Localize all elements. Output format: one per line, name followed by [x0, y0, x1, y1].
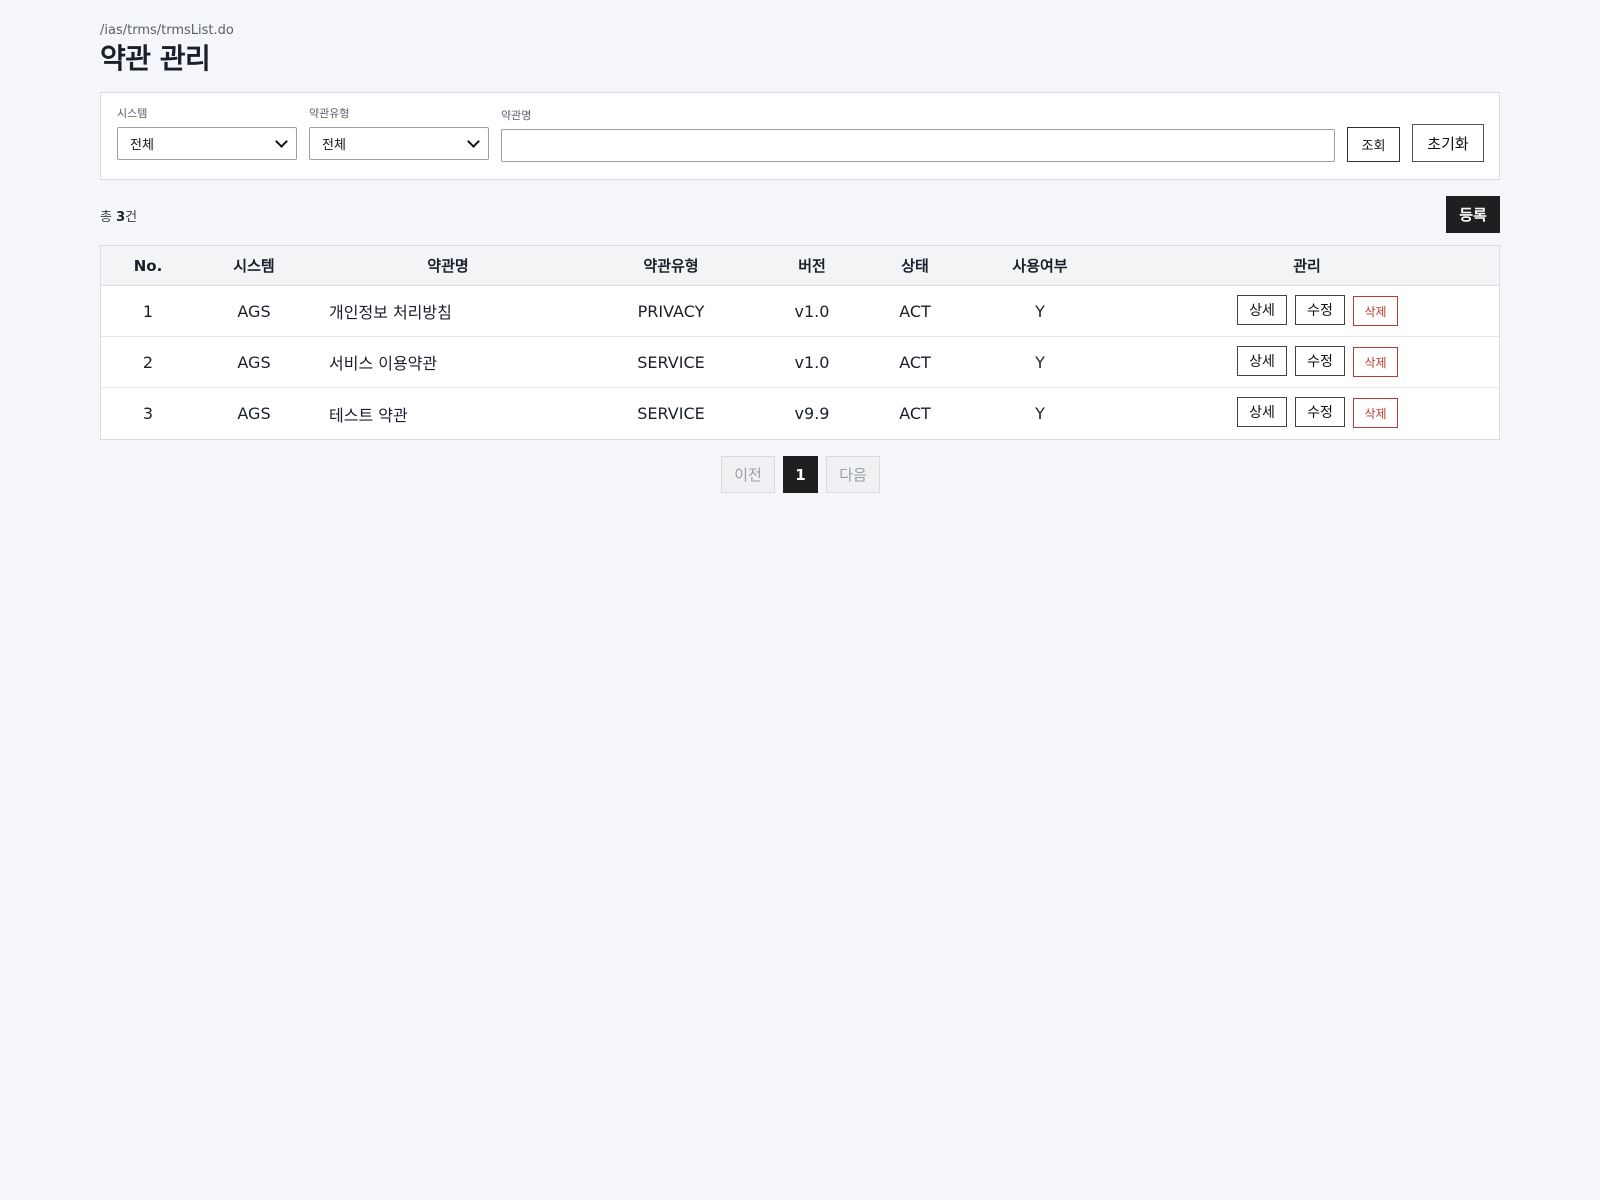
header-status: 상태 — [901, 257, 929, 275]
edit-button[interactable]: 수정 — [1295, 346, 1345, 376]
cell-use: Y — [1035, 404, 1045, 423]
search-panel: 시스템 전체 약관유형 전체 약관명 조회 초기화 — [100, 92, 1500, 180]
cell-status: ACT — [899, 404, 931, 423]
prev-page-button[interactable]: 이전 — [721, 456, 775, 493]
page-1-button[interactable]: 1 — [783, 456, 818, 493]
chevron-down-icon — [275, 135, 288, 148]
type-filter-label: 약관유형 — [309, 107, 350, 120]
cell-no: 3 — [142, 404, 154, 423]
cell-version: v9.9 — [794, 404, 830, 423]
type-filter: 약관유형 전체 — [309, 107, 489, 160]
table-row: 3 AGS 테스트 약관 SERVICE v9.9 ACT Y 상세 수정 삭제 — [101, 388, 1499, 439]
pagination: 이전 1 다음 — [100, 456, 1500, 494]
cell-status: ACT — [899, 301, 931, 321]
cell-system: AGS — [237, 301, 271, 321]
cell-name: 서비스 이용약관 — [329, 354, 438, 373]
total-count-suffix: 건 — [125, 210, 138, 225]
system-select-value: 전체 — [130, 138, 154, 153]
cell-system: AGS — [237, 404, 271, 423]
terms-table: No. 시스템 약관명 약관유형 버전 상태 사용여부 관리 1 AGS 개인정… — [100, 245, 1500, 440]
edit-button[interactable]: 수정 — [1295, 295, 1345, 325]
header-version: 버전 — [798, 257, 826, 275]
name-search-input[interactable] — [501, 129, 1335, 162]
table-header: No. 시스템 약관명 약관유형 버전 상태 사용여부 관리 — [101, 246, 1499, 286]
system-filter-label: 시스템 — [117, 107, 148, 120]
header-system: 시스템 — [233, 257, 275, 275]
total-count-value: 3 — [116, 210, 126, 225]
header-use: 사용여부 — [1012, 257, 1068, 275]
register-button[interactable]: 등록 — [1446, 196, 1500, 233]
page: /ias/trms/trmsList.do 약관 관리 시스템 전체 약관유형 … — [100, 23, 1500, 493]
cell-type: SERVICE — [637, 404, 705, 423]
cell-type: SERVICE — [637, 352, 705, 372]
cell-name: 개인정보 처리방침 — [329, 303, 452, 322]
type-select-value: 전체 — [322, 138, 346, 153]
cell-version: v1.0 — [794, 301, 830, 321]
header-name: 약관명 — [427, 257, 469, 275]
name-filter: 약관명 — [501, 109, 1335, 162]
system-select[interactable]: 전체 — [117, 127, 297, 160]
detail-button[interactable]: 상세 — [1237, 346, 1287, 376]
cell-type: PRIVACY — [637, 301, 705, 321]
header-manage: 관리 — [1293, 257, 1321, 275]
type-select[interactable]: 전체 — [309, 127, 489, 160]
reset-button[interactable]: 초기화 — [1412, 124, 1484, 162]
cell-use: Y — [1035, 352, 1045, 372]
name-filter-label: 약관명 — [501, 109, 532, 122]
cell-system: AGS — [237, 352, 271, 372]
cell-version: v1.0 — [794, 352, 830, 372]
delete-button[interactable]: 삭제 — [1353, 296, 1398, 326]
cell-no: 2 — [142, 352, 154, 372]
total-count-prefix: 총 — [100, 210, 117, 225]
edit-button[interactable]: 수정 — [1295, 397, 1345, 427]
table-row: 1 AGS 개인정보 처리방침 PRIVACY v1.0 ACT Y 상세 수정… — [101, 286, 1499, 337]
next-page-button[interactable]: 다음 — [826, 456, 880, 493]
header-no: No. — [133, 256, 163, 275]
page-title: 약관 관리 — [100, 42, 211, 75]
table-row: 2 AGS 서비스 이용약관 SERVICE v1.0 ACT Y 상세 수정 … — [101, 337, 1499, 388]
chevron-down-icon — [467, 135, 480, 148]
detail-button[interactable]: 상세 — [1237, 295, 1287, 325]
delete-button[interactable]: 삭제 — [1353, 347, 1398, 377]
url-path: /ias/trms/trmsList.do — [100, 23, 234, 38]
cell-no: 1 — [142, 301, 154, 321]
detail-button[interactable]: 상세 — [1237, 397, 1287, 427]
system-filter: 시스템 전체 — [117, 107, 297, 160]
search-button[interactable]: 조회 — [1347, 127, 1400, 162]
header-type: 약관유형 — [643, 257, 699, 275]
delete-button[interactable]: 삭제 — [1353, 398, 1398, 428]
cell-status: ACT — [899, 352, 931, 372]
total-count: 총 3건 — [100, 206, 137, 225]
cell-name: 테스트 약관 — [329, 405, 408, 425]
cell-use: Y — [1035, 301, 1045, 321]
